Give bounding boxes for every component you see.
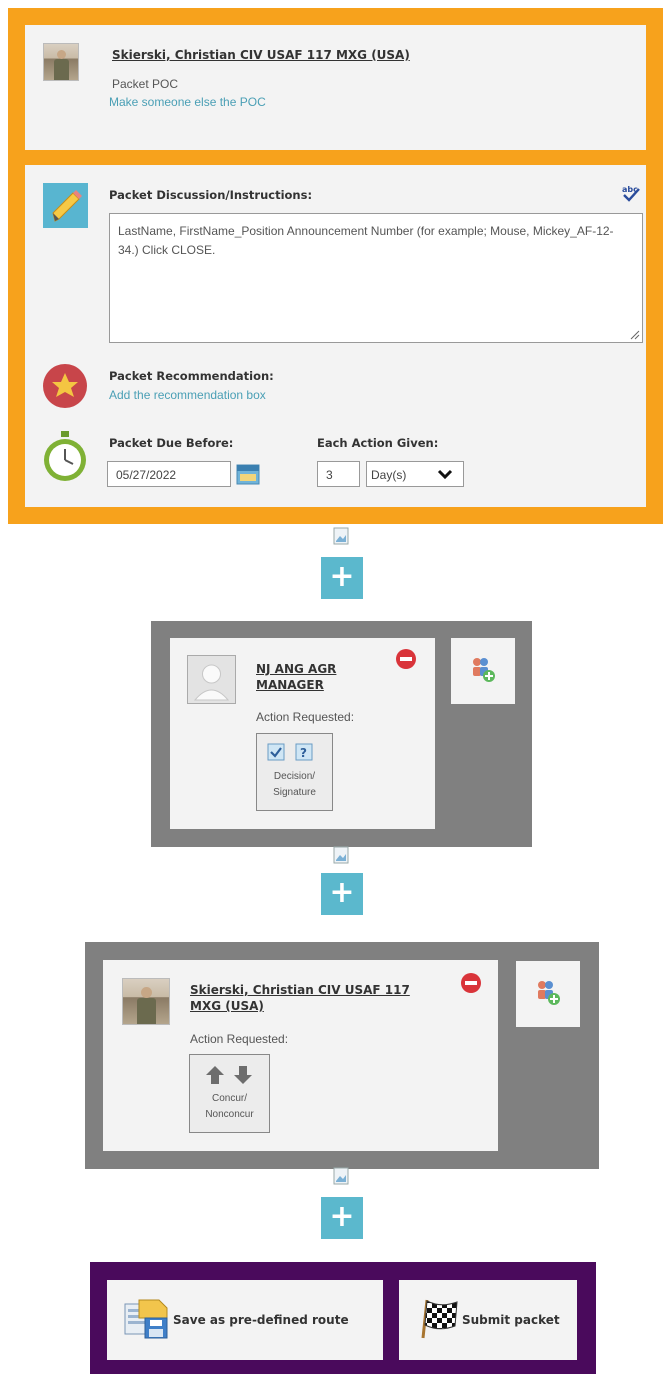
stopwatch-icon bbox=[42, 431, 88, 483]
connector-image-icon bbox=[333, 846, 349, 864]
checkbox-icon bbox=[267, 743, 285, 761]
action-requested-label: Action Requested: bbox=[190, 1032, 289, 1046]
poc-avatar bbox=[43, 43, 79, 81]
question-box-icon: ? bbox=[295, 743, 313, 761]
action-requested-label: Action Requested: bbox=[256, 710, 355, 724]
discussion-textarea[interactable]: LastName, FirstName_Position Announcemen… bbox=[109, 213, 643, 343]
spellcheck-icon[interactable]: abc bbox=[620, 183, 642, 203]
time-unit-select[interactable]: Day(s) bbox=[366, 461, 464, 487]
connector-image-icon bbox=[333, 527, 349, 545]
add-parallel-user-button[interactable] bbox=[451, 638, 515, 704]
action-caption: Concur/ Nonconcur bbox=[205, 1093, 254, 1120]
connector-image-icon bbox=[333, 1167, 349, 1185]
add-parallel-user-button[interactable] bbox=[516, 961, 580, 1027]
due-before-label: Packet Due Before: bbox=[109, 436, 234, 450]
assignee-avatar-head bbox=[141, 987, 152, 998]
recommendation-star-icon bbox=[43, 364, 87, 408]
arrow-up-icon bbox=[206, 1066, 224, 1084]
action-caption: Decision/ Signature bbox=[273, 771, 316, 798]
step-assignee-link[interactable]: Skierski, Christian CIV USAF 117 MXG (US… bbox=[190, 982, 420, 1014]
arrow-down-icon bbox=[234, 1066, 252, 1084]
step-assignee-link[interactable]: NJ ANG AGR MANAGER bbox=[256, 661, 376, 693]
resize-grip-icon[interactable] bbox=[628, 328, 640, 340]
recommendation-label: Packet Recommendation: bbox=[109, 369, 274, 383]
submit-packet-button[interactable]: Submit packet bbox=[399, 1280, 577, 1360]
submit-packet-label: Submit packet bbox=[462, 1313, 560, 1327]
add-step-button[interactable]: + bbox=[321, 873, 363, 915]
assignee-avatar-body bbox=[137, 998, 156, 1024]
each-action-days-input[interactable]: 3 bbox=[317, 461, 360, 487]
poc-avatar-body bbox=[54, 59, 69, 80]
concur-nonconcur-action[interactable]: Concur/ Nonconcur bbox=[189, 1054, 270, 1133]
add-step-button[interactable]: + bbox=[321, 1197, 363, 1239]
time-unit-value: Day(s) bbox=[371, 468, 407, 482]
poc-avatar-head bbox=[57, 50, 66, 59]
step-assignee-avatar bbox=[122, 978, 170, 1025]
decision-signature-action[interactable]: ? Decision/ Signature bbox=[256, 733, 333, 811]
chevron-down-icon bbox=[437, 468, 453, 483]
add-recommendation-link[interactable]: Add the recommendation box bbox=[109, 388, 266, 402]
calendar-icon[interactable] bbox=[236, 463, 260, 485]
add-step-button[interactable]: + bbox=[321, 557, 363, 599]
each-action-label: Each Action Given: bbox=[317, 436, 439, 450]
due-date-input[interactable]: 05/27/2022 bbox=[107, 461, 231, 487]
default-avatar-icon bbox=[187, 655, 236, 704]
poc-name-link[interactable]: Skierski, Christian CIV USAF 117 MXG (US… bbox=[112, 47, 410, 63]
change-poc-link[interactable]: Make someone else the POC bbox=[109, 95, 266, 109]
remove-step-button[interactable] bbox=[396, 649, 416, 669]
add-user-icon bbox=[538, 981, 560, 1005]
discussion-label: Packet Discussion/Instructions: bbox=[109, 188, 313, 202]
remove-step-button[interactable] bbox=[461, 973, 481, 993]
poc-role-label: Packet POC bbox=[112, 77, 179, 91]
add-user-icon bbox=[473, 658, 495, 682]
discussion-text: LastName, FirstName_Position Announcemen… bbox=[118, 224, 614, 257]
pencil-icon bbox=[43, 183, 88, 228]
save-route-label: Save as pre-defined route bbox=[173, 1313, 349, 1327]
save-route-button[interactable]: Save as pre-defined route bbox=[107, 1280, 383, 1360]
svg-text:?: ? bbox=[300, 746, 307, 760]
save-route-icon bbox=[124, 1299, 168, 1339]
checkered-flag-icon bbox=[421, 1299, 458, 1339]
